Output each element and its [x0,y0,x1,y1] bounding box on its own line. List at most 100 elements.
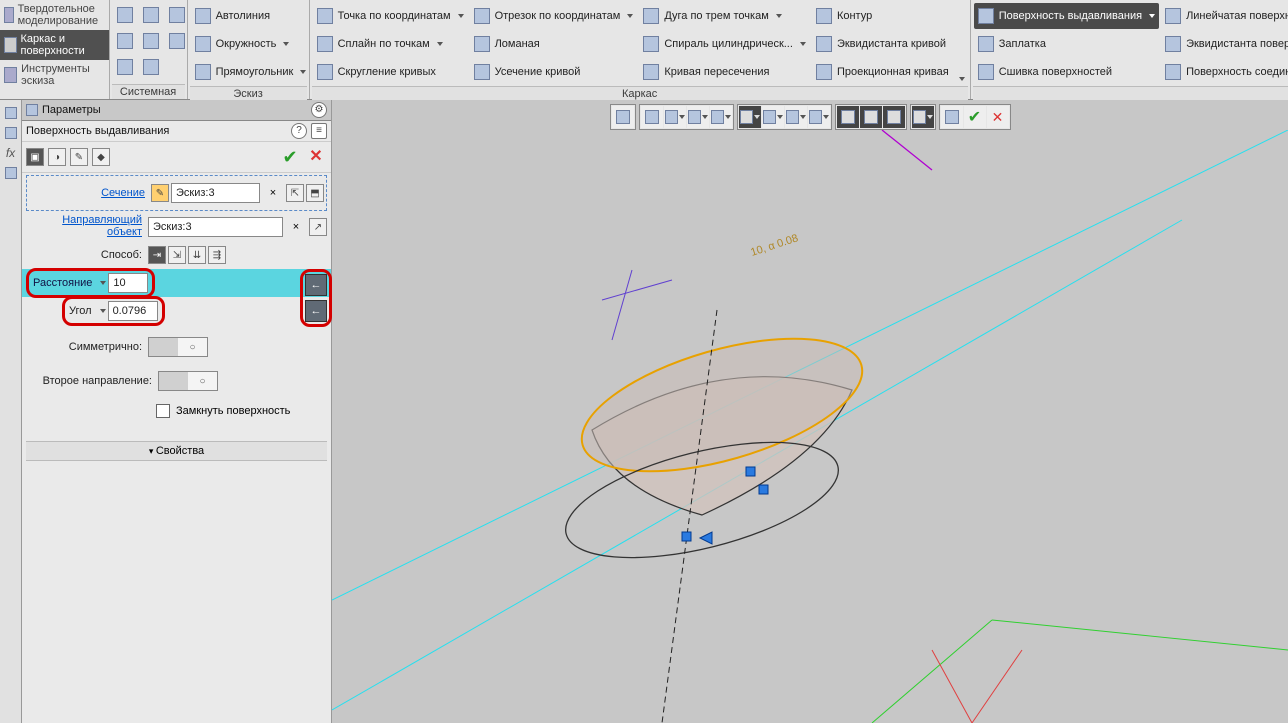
cmd-intersect[interactable]: Кривая пересечения [639,59,810,85]
method-3[interactable]: ⇊ [188,246,206,264]
edit-section-icon[interactable]: ✎ [151,184,169,202]
save-all-button[interactable] [165,29,189,53]
section-label[interactable]: Сечение [29,187,149,199]
panel-subheader: Поверхность выдавливания ? ≡ [22,121,331,142]
cmd-contour[interactable]: Контур [812,3,953,29]
cmd-rect[interactable]: Прямоугольник [191,59,311,85]
vtb-select[interactable] [612,106,634,128]
rail-icon [5,107,17,119]
apply-button[interactable]: ✔ [279,146,301,168]
join-icon [1165,64,1181,80]
angle-label: Угол [69,305,96,317]
cmd-extrude-surface[interactable]: Поверхность выдавливания [974,3,1159,29]
patch-icon [978,36,994,52]
section-value[interactable]: Эскиз:3 [171,183,260,203]
vtb-close[interactable]: ✕ [987,106,1009,128]
vtb-layers[interactable] [785,106,807,128]
vtb-filter[interactable] [912,106,934,128]
method-2[interactable]: ⇲ [168,246,186,264]
close-surf-label: Замкнуть поверхность [176,405,290,417]
distance-input[interactable]: 10 [108,273,148,293]
svg-text:10, α 0.08: 10, α 0.08 [749,232,799,259]
viewport[interactable]: ✔ ✕ 10, α 0.08 [332,100,1288,723]
open-button[interactable] [139,3,163,27]
cmd-patch[interactable]: Заплатка [974,31,1159,57]
vtb-box1[interactable] [739,106,761,128]
guide-value[interactable]: Эскиз:3 [148,217,283,237]
rail-btn-1[interactable] [2,104,20,122]
tab-sketch-tools[interactable]: Инструменты эскиза [0,60,109,90]
cmd-ruled[interactable]: Линейчатая поверхность [1161,3,1288,29]
cmd-segment[interactable]: Отрезок по координатам [470,3,638,29]
pin-icon[interactable] [26,104,38,116]
rail-btn-4[interactable] [2,164,20,182]
tab-solid[interactable]: Твердотельное моделирование [0,0,109,30]
undo-button[interactable] [113,55,137,79]
gear-icon[interactable]: ⚙ [311,102,327,118]
cmd-arc3[interactable]: Дуга по трем точкам [639,3,810,29]
mode-icon-4[interactable]: ◆ [92,148,110,166]
cmd-proj-curve[interactable]: Проекционная кривая [812,59,953,85]
tab-wireframe[interactable]: Каркас и поверхности [0,30,109,60]
mode-icon-3[interactable]: ✎ [70,148,88,166]
vtb-box2[interactable] [762,106,784,128]
rail-btn-2[interactable] [2,124,20,142]
vtb-edit[interactable] [941,106,963,128]
vtb-d1[interactable] [837,106,859,128]
ruled-icon [1165,8,1181,24]
cmd-point[interactable]: Точка по координатам [313,3,468,29]
mode-icon-1[interactable]: ▣ [26,148,44,166]
cmd-polyline[interactable]: Ломаная [470,31,638,57]
guide-label[interactable]: Направляющий объект [26,215,146,238]
vtb-plane[interactable] [641,106,663,128]
file-icon [117,7,133,23]
vtb-orient[interactable] [710,106,732,128]
save-button[interactable] [165,3,189,27]
help-icon[interactable]: ? [291,123,307,139]
rail-icon [5,127,17,139]
menu-icon[interactable]: ≡ [311,123,327,139]
vtb-eye[interactable] [808,106,830,128]
cmd-join[interactable]: Поверхность соединения [1161,59,1288,85]
section-opt2[interactable]: ⬒ [306,184,324,202]
cmd-fillet[interactable]: Скругление кривых [313,59,468,85]
frame-expand[interactable] [955,3,967,85]
fillet-icon [317,64,333,80]
cmd-stitch[interactable]: Сшивка поверхностей [974,59,1159,85]
angle-dd[interactable] [100,309,106,313]
copy-button[interactable] [139,29,163,53]
method-4[interactable]: ⇶ [208,246,226,264]
redo-button[interactable] [139,55,163,79]
guide-pick[interactable]: ↗ [309,218,327,236]
close-surf-checkbox[interactable] [156,404,170,418]
vtb-ok[interactable]: ✔ [964,106,986,128]
cmd-equidist-c[interactable]: Эквидистанта кривой [812,31,953,57]
vtb-fit[interactable] [687,106,709,128]
vtb-d2[interactable] [860,106,882,128]
cmd-spline-pts[interactable]: Сплайн по точкам [313,31,468,57]
rail-btn-fx[interactable]: fx [2,144,20,162]
new-button[interactable] [113,3,137,27]
method-1[interactable]: ⇥ [148,246,166,264]
section-opt1[interactable]: ⇱ [286,184,304,202]
cmd-circle[interactable]: Окружность [191,31,311,57]
mode-icon-2[interactable]: ◑ [48,148,66,166]
clear-section[interactable]: × [262,182,284,204]
symmetric-toggle[interactable]: ○ [148,337,208,357]
cmd-trim-curve[interactable]: Усечение кривой [470,59,638,85]
ribbon-sketch-label: Эскиз [190,86,307,101]
cancel-button[interactable]: ✕ [305,146,327,168]
properties-collapse[interactable]: ▾ Свойства [26,441,327,461]
print-button[interactable] [113,29,137,53]
cmd-helix[interactable]: Спираль цилиндрическ... [639,31,810,57]
cmd-equidist-s[interactable]: Эквидистанта поверхности [1161,31,1288,57]
angle-input[interactable]: 0.0796 [108,301,158,321]
cmd-autoline[interactable]: Автолиния [191,3,311,29]
distance-back-arrow[interactable]: ← [305,274,327,296]
angle-back-arrow[interactable]: ← [305,300,327,322]
vtb-zoom[interactable] [664,106,686,128]
vtb-d3[interactable] [883,106,905,128]
distance-dd[interactable] [100,281,106,285]
clear-guide[interactable]: × [285,216,307,238]
dir2-toggle[interactable]: ○ [158,371,218,391]
